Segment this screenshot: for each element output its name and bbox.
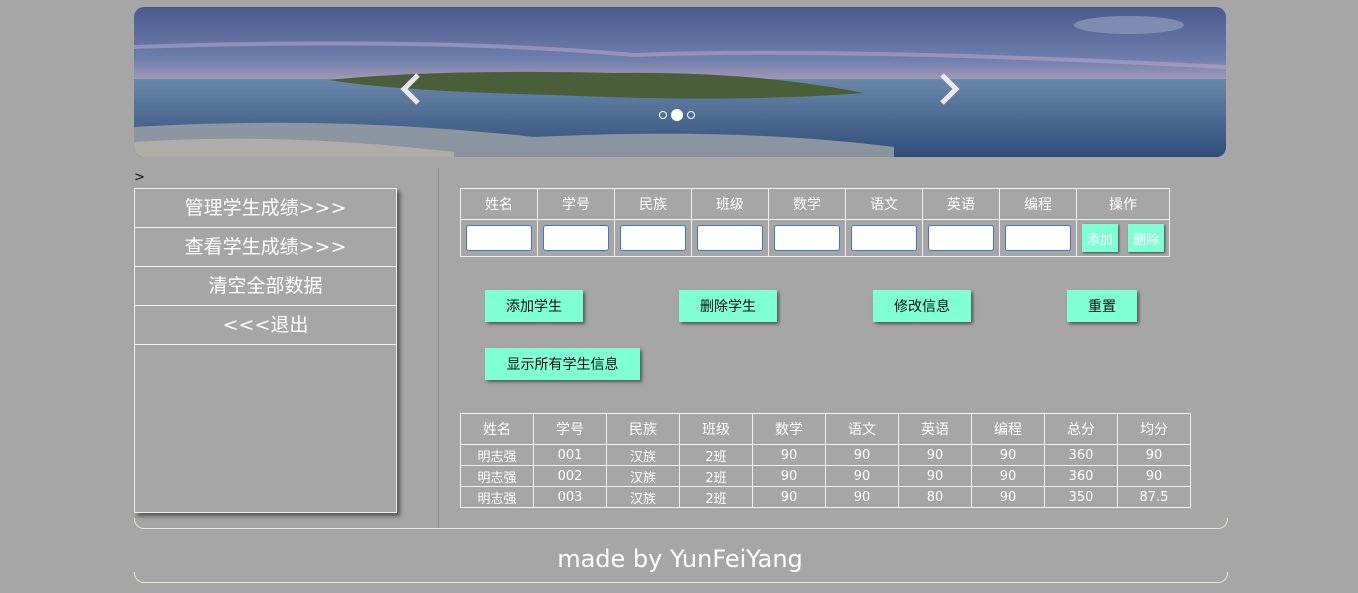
form-header-operation: 操作	[1076, 188, 1170, 220]
carousel-dot-2[interactable]	[671, 109, 683, 121]
results-header-id: 学号	[533, 413, 607, 445]
student-id-input[interactable]	[543, 225, 609, 251]
table-cell: 90	[825, 444, 899, 466]
results-header-english: 英语	[898, 413, 972, 445]
table-cell: 003	[533, 486, 607, 508]
table-cell: 汉族	[606, 486, 680, 508]
table-cell: 350	[1044, 486, 1118, 508]
row-add-button[interactable]: 添加	[1081, 224, 1118, 252]
form-cell	[922, 219, 1000, 257]
programming-input[interactable]	[1005, 225, 1071, 251]
table-cell: 360	[1044, 444, 1118, 466]
table-cell: 002	[533, 465, 607, 487]
table-cell: 90	[971, 486, 1045, 508]
form-cell	[768, 219, 846, 257]
chinese-input[interactable]	[851, 225, 917, 251]
sidebar-item-exit[interactable]: <<<退出	[135, 306, 396, 345]
results-header-chinese: 语文	[825, 413, 899, 445]
student-form-table: 姓名 学号 民族 班级 数学 语文 英语 编程 操作 添加 删除	[460, 188, 1170, 257]
results-table: 姓名 学号 民族 班级 数学 语文 英语 编程 总分 均分 明志强 001 汉族…	[460, 413, 1191, 508]
form-cell	[845, 219, 923, 257]
form-input-row: 添加 删除	[460, 219, 1170, 257]
form-cell	[999, 219, 1077, 257]
carousel-indicators	[659, 109, 695, 121]
add-student-button[interactable]: 添加学生	[485, 290, 583, 322]
sidebar-menu: 管理学生成绩>>> 查看学生成绩>>> 清空全部数据 <<<退出	[134, 188, 397, 513]
form-cell	[460, 219, 538, 257]
table-cell: 2班	[679, 444, 753, 466]
form-cell	[614, 219, 692, 257]
results-header-average: 均分	[1117, 413, 1191, 445]
table-cell: 明志强	[460, 465, 534, 487]
carousel-dot-1[interactable]	[659, 111, 667, 119]
table-cell: 90	[971, 465, 1045, 487]
table-cell: 90	[898, 465, 972, 487]
sidebar-item-clear-data[interactable]: 清空全部数据	[135, 267, 396, 306]
results-header-name: 姓名	[460, 413, 534, 445]
table-cell: 90	[752, 444, 826, 466]
table-row: 明志强 001 汉族 2班 90 90 90 90 360 90	[460, 444, 1191, 466]
table-cell: 90	[825, 465, 899, 487]
stray-text: >	[134, 170, 145, 185]
table-cell: 汉族	[606, 465, 680, 487]
form-cell-operation: 添加 删除	[1076, 219, 1170, 257]
carousel-next-icon[interactable]	[934, 69, 964, 109]
sidebar-item-view-scores[interactable]: 查看学生成绩>>>	[135, 228, 396, 267]
banner-carousel	[134, 7, 1226, 157]
content-bottom-border	[134, 518, 1228, 529]
vertical-divider	[438, 168, 439, 528]
footer-text: made by YunFeiYang	[557, 545, 803, 573]
table-cell: 2班	[679, 486, 753, 508]
form-header-ethnicity: 民族	[614, 188, 692, 220]
results-header-math: 数学	[752, 413, 826, 445]
form-header-chinese: 语文	[845, 188, 923, 220]
table-cell: 汉族	[606, 444, 680, 466]
banner-image	[134, 7, 1226, 157]
form-header-id: 学号	[537, 188, 615, 220]
name-input[interactable]	[466, 225, 532, 251]
form-cell	[691, 219, 769, 257]
english-input[interactable]	[928, 225, 994, 251]
form-header-row: 姓名 学号 民族 班级 数学 语文 英语 编程 操作	[460, 188, 1170, 220]
results-header-row: 姓名 学号 民族 班级 数学 语文 英语 编程 总分 均分	[460, 413, 1191, 445]
results-header-class: 班级	[679, 413, 753, 445]
footer-bottom-border	[134, 572, 1228, 583]
table-cell: 90	[825, 486, 899, 508]
table-row: 明志强 003 汉族 2班 90 90 80 90 350 87.5	[460, 486, 1191, 508]
row-delete-button[interactable]: 删除	[1128, 224, 1165, 252]
table-cell: 80	[898, 486, 972, 508]
table-cell: 90	[1117, 465, 1191, 487]
carousel-prev-icon[interactable]	[396, 69, 426, 109]
table-row: 明志强 002 汉族 2班 90 90 90 90 360 90	[460, 465, 1191, 487]
form-cell	[537, 219, 615, 257]
table-cell: 2班	[679, 465, 753, 487]
table-cell: 明志强	[460, 444, 534, 466]
delete-student-button[interactable]: 删除学生	[679, 290, 777, 322]
table-cell: 90	[752, 486, 826, 508]
form-header-math: 数学	[768, 188, 846, 220]
table-cell: 360	[1044, 465, 1118, 487]
sidebar-item-manage-scores[interactable]: 管理学生成绩>>>	[135, 189, 396, 228]
table-cell: 明志强	[460, 486, 534, 508]
carousel-dot-3[interactable]	[687, 111, 695, 119]
math-input[interactable]	[774, 225, 840, 251]
reset-button[interactable]: 重置	[1067, 290, 1137, 322]
class-input[interactable]	[697, 225, 763, 251]
results-header-ethnicity: 民族	[606, 413, 680, 445]
results-header-total: 总分	[1044, 413, 1118, 445]
show-all-students-button[interactable]: 显示所有学生信息	[485, 348, 640, 380]
table-cell: 90	[971, 444, 1045, 466]
table-cell: 001	[533, 444, 607, 466]
ethnicity-input[interactable]	[620, 225, 686, 251]
results-header-programming: 编程	[971, 413, 1045, 445]
table-cell: 90	[898, 444, 972, 466]
form-header-name: 姓名	[460, 188, 538, 220]
form-header-class: 班级	[691, 188, 769, 220]
form-header-programming: 编程	[999, 188, 1077, 220]
form-header-english: 英语	[922, 188, 1000, 220]
modify-info-button[interactable]: 修改信息	[873, 290, 971, 322]
table-cell: 90	[1117, 444, 1191, 466]
table-cell: 90	[752, 465, 826, 487]
table-cell: 87.5	[1117, 486, 1191, 508]
